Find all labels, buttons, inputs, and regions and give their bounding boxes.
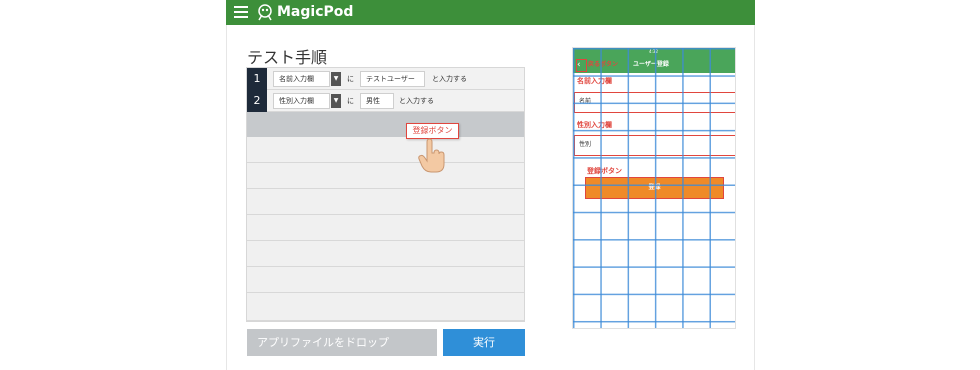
test-steps-panel: 1 名前入力欄 ▼ に テストユーザー と入力する 2 性別入力欄 ▼ に 男性… xyxy=(246,67,525,322)
step-particle: に xyxy=(347,75,354,83)
app-file-drop-button[interactable]: アプリファイルをドロップ xyxy=(247,329,437,356)
gender-input[interactable]: 性別 xyxy=(574,135,735,156)
register-button[interactable]: 登録 xyxy=(585,177,724,199)
step-drop-zone[interactable] xyxy=(247,112,524,137)
empty-step-row[interactable] xyxy=(247,241,524,267)
run-button[interactable]: 実行 xyxy=(443,329,525,356)
empty-step-row[interactable] xyxy=(247,215,524,241)
dragged-element-label[interactable]: 登録ボタン xyxy=(406,123,459,139)
empty-step-row[interactable] xyxy=(247,163,524,189)
step-row[interactable]: 1 名前入力欄 ▼ に テストユーザー と入力する xyxy=(247,68,524,90)
empty-step-row[interactable] xyxy=(247,189,524,215)
element-select[interactable]: 名前入力欄 xyxy=(273,71,330,87)
name-field-label[interactable]: 名前入力欄 xyxy=(577,76,612,86)
status-time: 4:32 xyxy=(649,49,658,54)
chevron-down-icon[interactable]: ▼ xyxy=(331,94,341,108)
phone-nav-bar: ‹ 戻るボタン ユーザー登録 xyxy=(573,56,735,73)
value-input[interactable]: テストユーザー xyxy=(360,71,425,87)
device-screen-preview: 4:32 ‹ 戻るボタン ユーザー登録 名前入力欄 名前 性別入力欄 性別 登録… xyxy=(572,47,736,329)
nav-title: ユーザー登録 xyxy=(633,61,669,68)
empty-step-row[interactable] xyxy=(247,293,524,321)
phone-status-bar: 4:32 xyxy=(573,48,735,56)
register-button-label[interactable]: 登録ボタン xyxy=(587,166,622,176)
empty-step-row[interactable] xyxy=(247,137,524,163)
gender-field-label[interactable]: 性別入力欄 xyxy=(577,120,612,130)
drag-hand-icon xyxy=(418,138,445,173)
step-number: 2 xyxy=(247,90,267,112)
page-title: テスト手順 xyxy=(247,48,328,67)
app-logo-text: MagicPod xyxy=(277,4,354,20)
nav-back-label[interactable]: 戻るボタン xyxy=(588,60,618,70)
name-input[interactable]: 名前 xyxy=(574,92,735,113)
menu-icon[interactable] xyxy=(234,6,248,18)
empty-step-row[interactable] xyxy=(247,267,524,293)
step-action: と入力する xyxy=(399,97,434,105)
magicpod-logo-icon xyxy=(258,4,272,21)
app-header: MagicPod xyxy=(226,0,755,25)
step-action: と入力する xyxy=(432,75,467,83)
step-number: 1 xyxy=(247,68,267,90)
step-particle: に xyxy=(347,97,354,105)
element-select[interactable]: 性別入力欄 xyxy=(273,93,330,109)
step-row[interactable]: 2 性別入力欄 ▼ に 男性 と入力する xyxy=(247,90,524,112)
chevron-down-icon[interactable]: ▼ xyxy=(331,72,341,86)
back-arrow-icon[interactable]: ‹ xyxy=(576,59,587,72)
value-input[interactable]: 男性 xyxy=(360,93,394,109)
